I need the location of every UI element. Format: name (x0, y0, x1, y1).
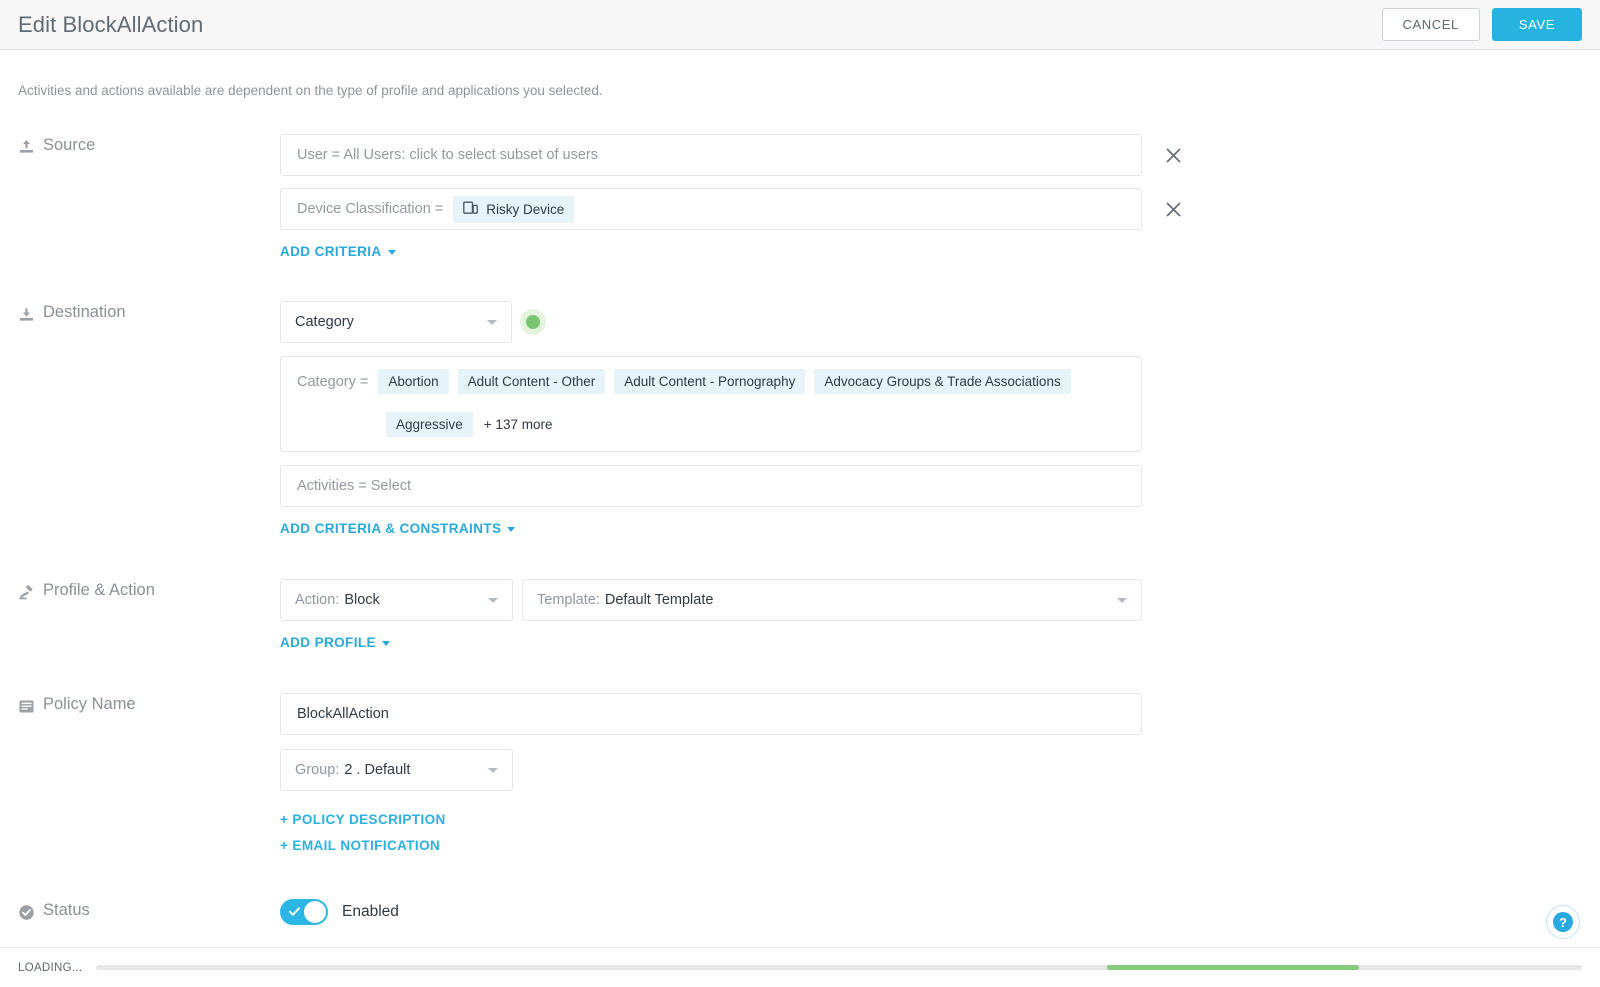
action-value: Block (344, 592, 380, 608)
profile-action-fields: Action: Block Template: Default Template… (280, 579, 1582, 652)
page-title: Edit BlockAllAction (18, 11, 204, 37)
save-button[interactable]: SAVE (1491, 8, 1582, 41)
section-destination: Destination Category Category = Abortion… (18, 301, 1582, 538)
policy-name-fields: BlockAllAction Group: 2 . Default + POLI… (280, 693, 1582, 853)
status-bar: LOADING... (0, 947, 1600, 987)
header-actions: CANCEL SAVE (1381, 8, 1582, 41)
policy-description-link[interactable]: + POLICY DESCRIPTION (280, 812, 1582, 827)
policy-name-input[interactable]: BlockAllAction (280, 693, 1142, 735)
loading-progress-bar (96, 965, 1582, 970)
edit-policy-page: Edit BlockAllAction CANCEL SAVE Activiti… (0, 0, 1600, 987)
check-circle-icon (18, 904, 35, 921)
device-chip-label: Risky Device (486, 201, 565, 217)
category-chip[interactable]: Advocacy Groups & Trade Associations (814, 369, 1071, 394)
remove-source-device-icon[interactable] (1158, 194, 1188, 224)
source-device-field[interactable]: Device Classification = Risky Device (280, 188, 1142, 230)
download-icon (18, 306, 35, 323)
category-chip[interactable]: Adult Content - Pornography (614, 369, 806, 394)
help-icon: ? (1553, 912, 1573, 932)
chevron-down-icon (487, 319, 497, 325)
template-prefix: Template: (537, 592, 600, 608)
profile-action-row: Action: Block Template: Default Template (280, 579, 1582, 621)
destination-fields: Category Category = Abortion Adult Conte… (280, 301, 1582, 538)
section-source: Source User = All Users: click to select… (18, 134, 1582, 261)
source-fields: User = All Users: click to select subset… (280, 134, 1582, 261)
toggle-knob (304, 901, 326, 923)
status-fields: Enabled (280, 899, 1582, 925)
destination-status-indicator (520, 309, 546, 335)
group-select[interactable]: Group: 2 . Default (280, 749, 513, 791)
source-device-row: Device Classification = Risky Device (280, 188, 1582, 230)
section-policy-name: Policy Name BlockAllAction Group: 2 . De… (18, 693, 1582, 853)
loading-progress-fill (1106, 965, 1360, 970)
chevron-down-icon (488, 597, 498, 603)
chevron-down-icon (488, 767, 498, 773)
status-toggle-label: Enabled (342, 903, 399, 920)
device-classification-chip[interactable]: Risky Device (453, 195, 575, 223)
chevron-down-icon (507, 527, 516, 532)
source-user-row: User = All Users: click to select subset… (280, 134, 1582, 176)
policy-name-label-text: Policy Name (43, 695, 136, 713)
add-criteria-constraints-button[interactable]: ADD CRITERIA & CONSTRAINTS (280, 521, 516, 536)
status-toggle-row: Enabled (280, 899, 1582, 925)
category-chip[interactable]: Abortion (378, 369, 449, 394)
add-profile-label: ADD PROFILE (280, 635, 376, 650)
source-user-field[interactable]: User = All Users: click to select subset… (280, 134, 1142, 176)
template-select[interactable]: Template: Default Template (522, 579, 1142, 621)
profile-action-label-text: Profile & Action (43, 581, 155, 599)
source-label-text: Source (43, 136, 96, 154)
status-label-text: Status (43, 901, 90, 919)
destination-activities-field[interactable]: Activities = Select (280, 465, 1142, 507)
group-value: 2 . Default (344, 762, 411, 778)
section-profile-action: Profile & Action Action: Block Template:… (18, 579, 1582, 652)
action-select[interactable]: Action: Block (280, 579, 513, 621)
add-criteria-source-button[interactable]: ADD CRITERIA (280, 244, 396, 259)
destination-label-text: Destination (43, 303, 126, 321)
email-notification-link[interactable]: + EMAIL NOTIFICATION (280, 838, 1582, 853)
chevron-down-icon (1117, 597, 1127, 603)
loading-label: LOADING... (18, 961, 83, 974)
chevron-down-icon (381, 641, 390, 646)
page-hint-text: Activities and actions available are dep… (18, 83, 603, 98)
destination-section-label: Destination (18, 301, 280, 538)
action-prefix: Action: (295, 592, 340, 608)
category-chip[interactable]: Aggressive (386, 412, 473, 437)
add-criteria-source-label: ADD CRITERIA (280, 244, 382, 259)
destination-type-row: Category (280, 301, 1582, 343)
category-more-label[interactable]: + 137 more (482, 417, 553, 432)
group-prefix: Group: (295, 762, 340, 778)
remove-source-user-icon[interactable] (1158, 140, 1188, 170)
page-content: Activities and actions available are dep… (0, 83, 1600, 925)
chevron-down-icon (387, 250, 396, 255)
gavel-icon (18, 584, 35, 601)
section-status: Status Enabled (18, 899, 1582, 925)
device-classification-prefix: Device Classification = (297, 201, 444, 217)
device-icon (463, 201, 479, 218)
category-prefix: Category = (297, 373, 369, 390)
upload-icon (18, 139, 35, 156)
profile-action-section-label: Profile & Action (18, 579, 280, 652)
destination-type-select[interactable]: Category (280, 301, 512, 343)
destination-category-field[interactable]: Category = Abortion Adult Content - Othe… (280, 356, 1142, 452)
green-dot-icon (526, 315, 540, 329)
check-icon (288, 905, 301, 923)
document-icon (18, 698, 35, 715)
status-toggle[interactable] (280, 899, 328, 925)
source-section-label: Source (18, 134, 280, 261)
cancel-button[interactable]: CANCEL (1381, 8, 1480, 41)
status-section-label: Status (18, 899, 280, 925)
add-profile-button[interactable]: ADD PROFILE (280, 635, 390, 650)
policy-name-section-label: Policy Name (18, 693, 280, 853)
add-criteria-constraints-label: ADD CRITERIA & CONSTRAINTS (280, 521, 502, 536)
help-button[interactable]: ? (1546, 905, 1580, 939)
category-chip[interactable]: Adult Content - Other (457, 369, 606, 394)
page-header: Edit BlockAllAction CANCEL SAVE (0, 0, 1600, 50)
template-value: Default Template (604, 592, 714, 608)
destination-type-value: Category (295, 314, 354, 330)
